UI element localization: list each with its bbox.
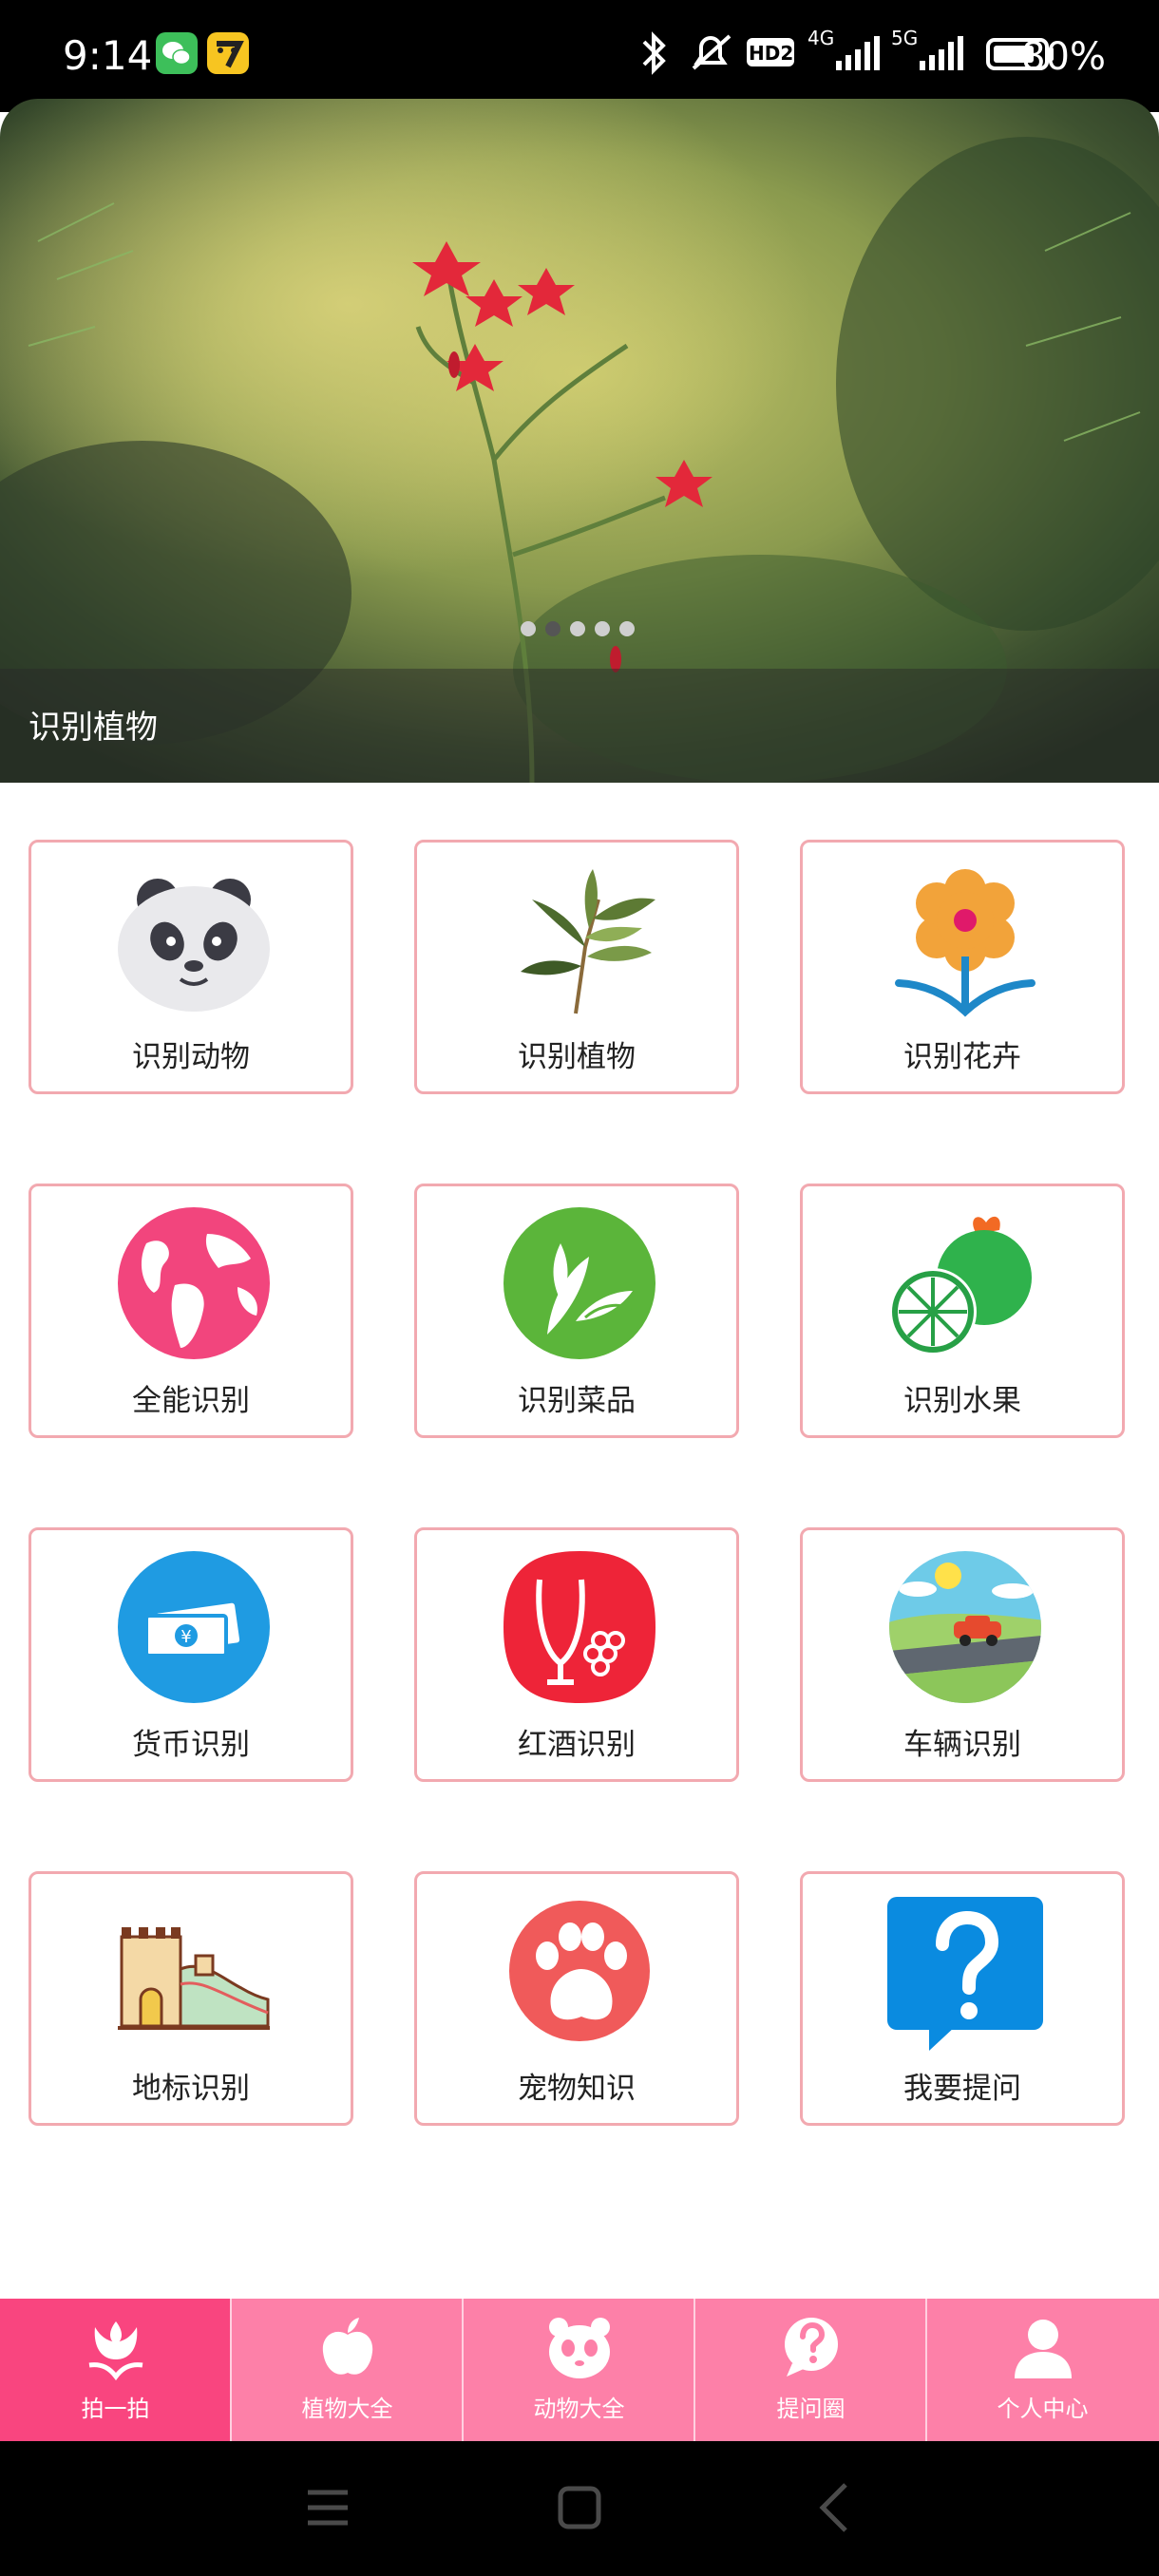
status-bar: 9:14 HD2 4G 5G 80% xyxy=(0,0,1159,112)
back-icon[interactable] xyxy=(815,2479,853,2536)
panda-face-icon xyxy=(549,2318,610,2378)
carousel-dot[interactable] xyxy=(521,621,536,636)
dish-leaves-icon xyxy=(504,1207,656,1359)
panda-icon xyxy=(118,879,270,1012)
nav-item-profile[interactable]: 个人中心 xyxy=(927,2299,1158,2441)
battery-percent: 80% xyxy=(1021,35,1106,79)
nav-item-questions[interactable]: 提问圈 xyxy=(695,2299,926,2441)
apple-icon xyxy=(322,2318,373,2375)
tile-label: 识别动物 xyxy=(132,1040,250,1074)
wechat-icon xyxy=(156,32,198,74)
menu-icon[interactable] xyxy=(306,2479,350,2536)
bottom-nav: 拍一拍 植物大全 动物大全 提问圈 个人中心 xyxy=(0,2299,1159,2441)
wine-icon xyxy=(504,1551,656,1703)
tile-ask-question[interactable]: 我要提问 xyxy=(800,1871,1125,2126)
home-icon[interactable] xyxy=(557,2479,602,2536)
banner-caption-bar xyxy=(0,669,1159,783)
tile-label: 红酒识别 xyxy=(518,1728,636,1762)
nav-item-snap[interactable]: 拍一拍 xyxy=(0,2299,231,2441)
tile-identify-plant[interactable]: 识别植物 xyxy=(414,840,739,1094)
nav-label: 拍一拍 xyxy=(81,2396,150,2422)
nav-label: 植物大全 xyxy=(301,2396,393,2422)
person-icon xyxy=(1015,2320,1072,2378)
banner-carousel[interactable]: 识别植物 xyxy=(0,99,1159,783)
tile-label: 识别菜品 xyxy=(518,1384,636,1418)
flower-icon xyxy=(895,869,1036,1017)
tile-identify-fruit[interactable]: 识别水果 xyxy=(800,1184,1125,1438)
paw-icon xyxy=(509,1901,650,2041)
tile-label: 货币识别 xyxy=(132,1728,250,1762)
fruit-icon xyxy=(889,1216,1032,1355)
great-wall-icon xyxy=(118,1927,270,2030)
carousel-dot-active[interactable] xyxy=(545,621,560,636)
nav-label: 动物大全 xyxy=(533,2396,625,2422)
tile-universal-identify[interactable]: 全能识别 xyxy=(28,1184,353,1438)
tile-label: 全能识别 xyxy=(132,1384,250,1418)
car-icon xyxy=(889,1551,1041,1703)
tile-label: 车辆识别 xyxy=(903,1728,1021,1762)
signal-5g-icon xyxy=(920,36,963,70)
svg-text:¥: ¥ xyxy=(180,1627,191,1647)
tile-identify-flower[interactable]: 识别花卉 xyxy=(800,840,1125,1094)
tile-label: 识别植物 xyxy=(518,1040,636,1074)
hd-label: HD2 xyxy=(749,42,794,65)
tulip-icon xyxy=(88,2321,143,2381)
nav-label: 提问圈 xyxy=(776,2396,846,2422)
nav-item-animals[interactable]: 动物大全 xyxy=(464,2299,694,2441)
status-time: 9:14 xyxy=(63,32,153,79)
leaf-branch-icon xyxy=(521,869,656,1014)
carousel-dot[interactable] xyxy=(595,621,610,636)
tile-label: 识别水果 xyxy=(903,1384,1021,1418)
tile-landmark-identify[interactable]: 地标识别 xyxy=(28,1871,353,2126)
tile-label: 我要提问 xyxy=(903,2072,1021,2106)
tile-label: 宠物知识 xyxy=(518,2072,636,2106)
question-bubble-icon xyxy=(887,1897,1043,2051)
bluetooth-icon xyxy=(642,31,666,75)
carousel-dot[interactable] xyxy=(619,621,635,636)
carousel-dot[interactable] xyxy=(570,621,585,636)
tile-pet-knowledge[interactable]: 宠物知识 xyxy=(414,1871,739,2126)
nav-label: 个人中心 xyxy=(997,2396,1089,2422)
signal-4g-icon xyxy=(836,36,880,70)
tile-currency-identify[interactable]: ¥ 货币识别 xyxy=(28,1527,353,1782)
mute-icon xyxy=(692,34,732,70)
tile-label: 识别花卉 xyxy=(903,1040,1021,1074)
tile-identify-dish[interactable]: 识别菜品 xyxy=(414,1184,739,1438)
system-nav-bar xyxy=(0,2441,1159,2576)
globe-icon xyxy=(118,1207,270,1359)
tile-identify-animal[interactable]: 识别动物 xyxy=(28,840,353,1094)
question-chat-icon xyxy=(785,2318,838,2377)
app-icon xyxy=(207,32,249,74)
currency-icon: ¥ xyxy=(118,1551,270,1703)
banner-caption: 识别植物 xyxy=(28,709,158,747)
nav-item-plants[interactable]: 植物大全 xyxy=(232,2299,463,2441)
tile-label: 地标识别 xyxy=(132,2072,250,2106)
tile-wine-identify[interactable]: 红酒识别 xyxy=(414,1527,739,1782)
tile-vehicle-identify[interactable]: 车辆识别 xyxy=(800,1527,1125,1782)
